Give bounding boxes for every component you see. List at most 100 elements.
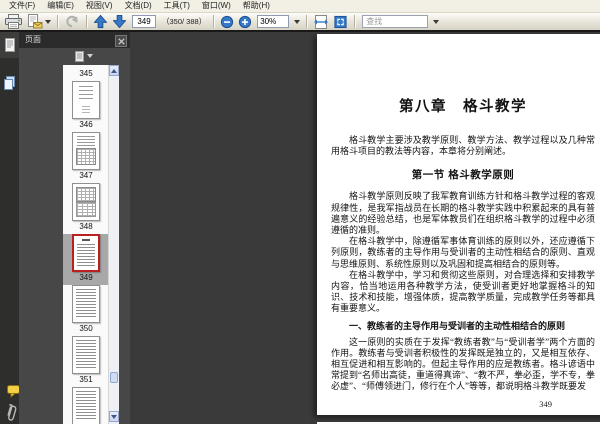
fit-page-button[interactable] (332, 14, 349, 30)
page-down-icon (112, 14, 127, 29)
layers-tab-icon (4, 76, 15, 90)
toolbar-separator (86, 15, 87, 28)
triangle-up-icon (111, 68, 117, 73)
menu-item-file[interactable]: 文件(F) (3, 0, 41, 12)
content-area: 页面 345 346 347 348 349 350 351 第八章 格斗教学 … (0, 30, 600, 424)
zoom-out-icon (221, 15, 234, 28)
chevron-down-icon (87, 54, 93, 58)
thumbnail-page-number: 350 (79, 324, 93, 333)
menu-item-edit[interactable]: 编辑(E) (41, 0, 80, 12)
panel-header: 页面 (19, 32, 130, 48)
fit-page-icon (334, 15, 347, 28)
scroll-up-button[interactable] (109, 65, 119, 76)
chevron-down-icon (433, 19, 440, 24)
thumbnail-page-number: 347 (79, 171, 93, 180)
menu-item-document[interactable]: 文档(D) (119, 0, 158, 12)
pdf-viewer-window: 文件(F)编辑(E)视图(V)文档(D)工具(T)窗口(W)帮助(H) （350… (0, 0, 600, 424)
thumbnail-row-347[interactable]: 347 (63, 132, 109, 183)
thumbnail-page-number: 345 (79, 69, 93, 78)
options-icon (75, 50, 84, 62)
thumbnail-row-349[interactable]: 349 (63, 234, 109, 285)
nav-tab-strip (0, 32, 33, 424)
fit-width-button[interactable] (312, 14, 330, 30)
search-dropdown-button[interactable] (430, 14, 440, 30)
search-input[interactable] (362, 15, 429, 28)
email-button[interactable] (25, 14, 52, 30)
page-number-input[interactable] (132, 15, 156, 28)
chevron-down-icon (294, 19, 301, 24)
thumbnail-page-number: 348 (79, 222, 93, 231)
toolbar-separator (213, 15, 215, 28)
email-dropdown-caret[interactable] (45, 19, 51, 24)
triangle-down-icon (111, 414, 117, 419)
page-count-label: （350/ 388） (162, 17, 207, 26)
attachments-panel-tab[interactable] (3, 403, 17, 424)
zoom-in-button[interactable] (237, 14, 253, 30)
thumbnail-row-346[interactable]: 346 (63, 81, 109, 132)
doc-heading: 一、教练者的主导作用与受训者的主动性相结合的原则 (349, 320, 566, 331)
previous-view-icon (66, 15, 78, 28)
menu-bar: 文件(F) 编辑(E) 视图(V) 文档(D) 工具(T) 窗口(W) 帮助(H) (0, 0, 600, 13)
panel-close-button[interactable] (115, 35, 127, 47)
thumbnail-row-345[interactable]: 345 (63, 69, 109, 81)
panel-options-button[interactable] (75, 50, 93, 62)
menu-item-tools[interactable]: 工具(T) (158, 0, 196, 12)
close-icon (117, 37, 125, 45)
thumbnail-page-number: 349 (79, 273, 93, 282)
print-button[interactable] (4, 14, 23, 30)
page-thumbnail[interactable] (72, 387, 100, 424)
scrollbar-thumb[interactable] (110, 372, 118, 383)
toolbar: （350/ 388） (0, 13, 600, 30)
doc-paragraph: 在格斗教学中，学习和贯彻这些原则，对合理选择和安排教学内容，恰当地运用各种教学方… (331, 269, 595, 314)
page-thumbnail[interactable] (72, 132, 100, 170)
thumbnail-row-351[interactable]: 351 (63, 336, 109, 387)
doc-paragraph: 格斗教学主要涉及教学原则、教学方法、教学过程以及几种常用格斗项目的教法等内容，本… (331, 135, 595, 157)
thumbnails-strip: 345 346 347 348 349 350 351 (63, 65, 119, 424)
page-thumbnail[interactable] (72, 183, 100, 221)
email-icon (28, 14, 43, 29)
doc-paragraph: 在格斗教学中，除遵循军事体育训练的原则以外，还应遵循下列原则，教练者的主导作用与… (331, 236, 595, 269)
thumbnail-row[interactable] (63, 387, 109, 424)
thumbnails-scrollbar[interactable] (108, 65, 119, 424)
menu-item-view[interactable]: 视图(V) (80, 0, 119, 12)
doc-heading: 第一节 格斗教学原则 (411, 169, 515, 182)
zoom-out-button[interactable] (219, 14, 235, 30)
panel-title: 页面 (25, 35, 41, 44)
printed-page-number: 349 (539, 398, 552, 409)
pages-panel-tab[interactable] (0, 32, 19, 58)
zoom-level-input[interactable] (257, 15, 290, 28)
pages-panel: 页面 345 346 347 348 349 350 351 (19, 32, 131, 424)
page-thumbnail[interactable] (72, 285, 100, 323)
thumbnail-page-number: 346 (79, 120, 93, 129)
page-up-icon (93, 14, 108, 29)
page-thumbnail[interactable] (72, 336, 100, 374)
thumbnails-list: 345 346 347 348 349 350 351 (63, 65, 109, 424)
fit-width-icon (314, 14, 329, 29)
toolbar-separator (57, 15, 58, 28)
toolbar-separator (306, 15, 308, 28)
document-body: 格斗教学主要涉及教学原则、教学方法、教学过程以及几种常用格斗项目的教法等内容，本… (331, 135, 595, 393)
panel-toolbar (19, 48, 130, 64)
document-view: 第八章 格斗教学 格斗教学主要涉及教学原则、教学方法、教学过程以及几种常用格斗项… (130, 32, 600, 424)
previous-page-button[interactable] (92, 14, 109, 30)
print-icon (5, 14, 22, 29)
thumbnail-page-number: 351 (79, 375, 93, 384)
chapter-title: 第八章 格斗教学 (399, 99, 527, 115)
pages-tab-icon (4, 38, 15, 52)
thumbnail-row-350[interactable]: 350 (63, 285, 109, 336)
previous-view-button[interactable] (63, 14, 81, 30)
menu-item-help[interactable]: 帮助(H) (237, 0, 276, 12)
page-thumbnail[interactable] (72, 81, 100, 119)
page-thumbnail[interactable] (72, 234, 100, 272)
next-page-button[interactable] (111, 14, 128, 30)
doc-paragraph: 格斗教学原则反映了我军教育训练方针和格斗教学过程的客观规律性，是我军指战员在长期… (331, 191, 595, 236)
paperclip-icon (7, 404, 17, 421)
zoom-dropdown-button[interactable] (291, 14, 301, 30)
thumbnail-row-348[interactable]: 348 (63, 183, 109, 234)
scroll-down-button[interactable] (109, 411, 119, 422)
layers-panel-tab[interactable] (0, 70, 19, 96)
menu-item-window[interactable]: 窗口(W) (196, 0, 237, 12)
zoom-in-icon (239, 15, 252, 28)
toolbar-separator (354, 15, 356, 28)
document-page: 第八章 格斗教学 格斗教学主要涉及教学原则、教学方法、教学过程以及几种常用格斗项… (317, 34, 600, 415)
